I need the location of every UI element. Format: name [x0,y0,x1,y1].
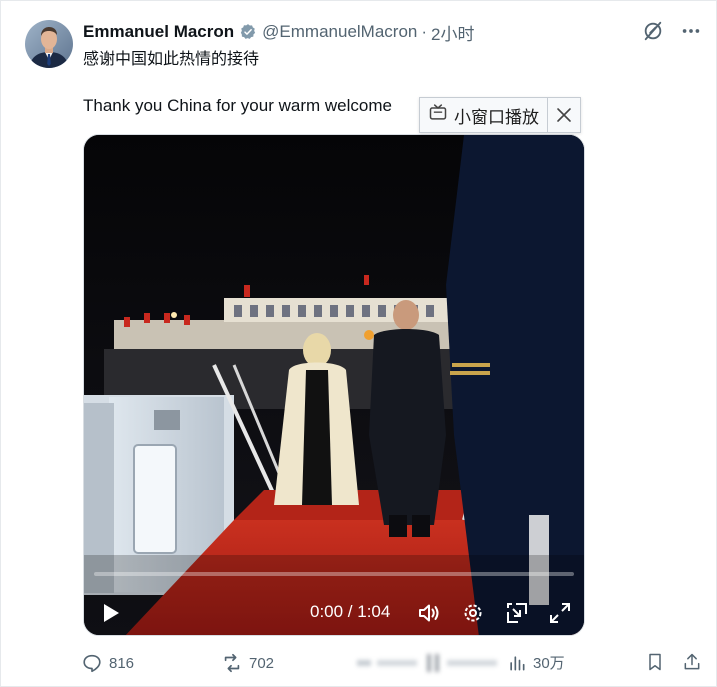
tweet-text-chinese: 感谢中国如此热情的接待 [83,49,260,68]
separator-dot: · [421,22,428,41]
volume-icon[interactable] [417,601,441,625]
timestamp[interactable]: 2小时 [431,20,474,45]
header-actions [642,20,702,42]
tweet-card[interactable]: Emmanuel Macron @EmmanuelMacron · 2小时 感谢… [0,0,717,687]
bookmark-button[interactable] [645,652,665,672]
close-icon[interactable] [547,98,580,132]
more-options-icon[interactable] [680,20,702,42]
video-time-display: 0:00 / 1:04 [310,602,391,621]
grok-icon[interactable] [642,20,664,42]
tweet-actions: 816 702 30万 [81,652,701,674]
views-icon [510,655,525,670]
pip-popup: 小窗口播放 [419,97,581,133]
pip-button[interactable]: 小窗口播放 [420,98,547,132]
settings-icon[interactable] [461,601,485,625]
avatar-image [25,20,73,68]
share-button[interactable] [682,652,702,672]
video-controls: 0:00 / 1:04 [84,593,584,629]
tweet-text-english: Thank you China for your warm welcome [83,96,392,115]
bookmark-icon [649,653,661,671]
tv-icon [428,103,448,128]
verified-badge-icon [239,23,257,41]
handle[interactable]: @EmmanuelMacron [262,22,417,42]
fullscreen-icon[interactable] [548,601,572,625]
video-progress-bar[interactable] [94,572,574,576]
play-icon[interactable] [98,601,122,625]
pip-label: 小窗口播放 [454,107,539,128]
video-player[interactable]: 0:00 / 1:04 [83,134,585,636]
like-button-obscured[interactable] [357,654,517,672]
repost-count: 702 [249,654,275,672]
reply-count: 816 [109,654,135,672]
repost-button[interactable]: 702 [221,652,274,674]
display-name[interactable]: Emmanuel Macron [83,22,234,42]
views-button[interactable]: 30万 [507,652,565,673]
repost-icon [224,653,240,673]
reply-icon [83,654,101,673]
share-icon [684,653,700,670]
reply-button[interactable]: 816 [81,652,134,674]
video-frame [84,135,584,635]
tweet-header: Emmanuel Macron @EmmanuelMacron · 2小时 [83,20,475,45]
views-count: 30万 [533,655,565,672]
avatar[interactable] [25,20,73,68]
pip-icon[interactable] [505,601,529,625]
